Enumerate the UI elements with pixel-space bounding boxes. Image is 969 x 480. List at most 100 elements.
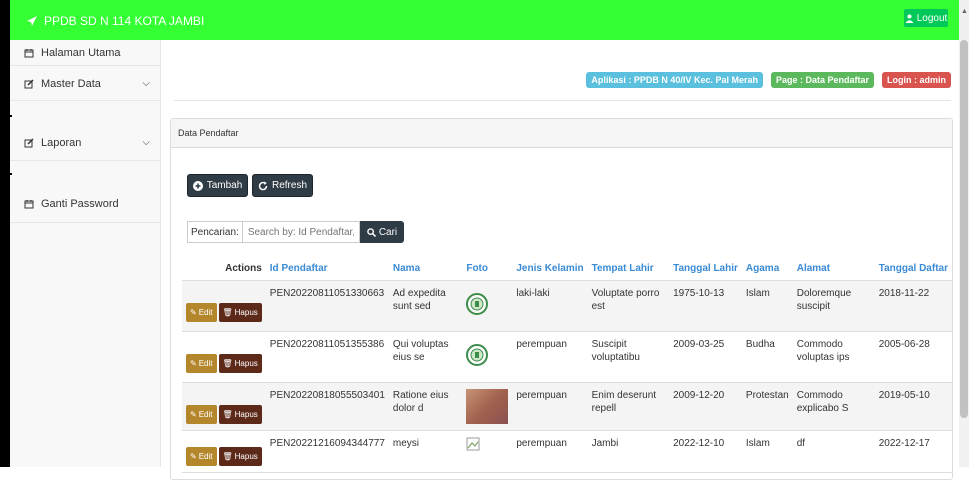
search-icon: [367, 227, 376, 237]
sidebar-item-halaman-utama[interactable]: Halaman Utama: [10, 40, 160, 66]
scrollbar-top: ▲: [959, 0, 969, 40]
add-button[interactable]: Tambah: [187, 174, 248, 197]
search-label: Pencarian:: [187, 221, 242, 243]
data-panel: Data Pendaftar Tambah Refresh Pencarian:…: [170, 118, 953, 480]
cell-tempat-lahir: Suscipit voluptatibu: [587, 331, 670, 383]
window-edge: [0, 0, 10, 467]
cell-foto: [462, 430, 513, 473]
brand-title: PPDB SD N 114 KOTA JAMBI: [44, 14, 205, 28]
cell-foto: [462, 280, 513, 332]
col-tanggal-lahir[interactable]: Tanggal Lahir: [669, 256, 742, 281]
cell-tanggal-lahir: 2022-12-10: [669, 430, 742, 473]
trash-icon: 🗑: [222, 452, 233, 461]
registrant-photo: [466, 389, 509, 424]
trash-icon: 🗑: [222, 308, 233, 317]
edit-icon: ✎: [190, 410, 197, 419]
cell-tanggal-lahir: 1975-10-13: [669, 280, 742, 332]
cell-nama: Qui voluptas eius se: [388, 331, 463, 383]
search-row: Pencarian: Cari: [187, 221, 405, 243]
edit-button[interactable]: ✎ Edit: [186, 354, 217, 373]
scrollbar-thumb[interactable]: [960, 40, 968, 418]
col-alamat[interactable]: Alamat: [792, 256, 875, 281]
cell-nama: Ratione eius dolor d: [388, 382, 463, 431]
divider: [174, 100, 951, 101]
search-input[interactable]: [241, 221, 360, 243]
calendar-icon: [24, 199, 34, 208]
sidebar-item-ganti-password[interactable]: Ganti Password: [10, 185, 160, 223]
delete-button[interactable]: 🗑 Hapus: [218, 354, 262, 373]
chevron-down-icon: ⌵: [142, 78, 150, 89]
cell-tanggal-daftar: 2005-06-28: [874, 331, 952, 383]
scrollbar[interactable]: [959, 40, 969, 467]
logout-button[interactable]: Logout: [904, 9, 948, 27]
actions-cell: ✎ Edit 🗑 Hapus: [182, 280, 266, 332]
edit-icon: ✎: [190, 308, 197, 317]
login-badge: Login : admin: [882, 72, 951, 88]
cell-alamat: Doloremque suscipit: [792, 280, 875, 332]
edit-button[interactable]: ✎ Edit: [186, 405, 217, 424]
edit-icon: [24, 78, 34, 88]
add-label: Tambah: [206, 180, 243, 191]
edit-icon: ✎: [190, 452, 197, 461]
paper-plane-icon: [27, 16, 37, 26]
user-icon: [905, 14, 914, 23]
plus-circle-icon: [192, 180, 203, 191]
cell-tempat-lahir: Voluptate porro est: [587, 280, 670, 332]
actions-cell: ✎ Edit 🗑 Hapus: [182, 382, 266, 431]
table-header-row: Actions Id Pendaftar Nama Foto Jenis Kel…: [182, 256, 952, 281]
col-jenis-kelamin[interactable]: Jenis Kelamin: [512, 256, 588, 281]
cell-alamat: Commodo voluptas ips: [792, 331, 875, 383]
cell-jenis-kelamin: perempuan: [512, 331, 588, 383]
edit-button[interactable]: ✎ Edit: [186, 303, 217, 322]
registrant-table: Actions Id Pendaftar Nama Foto Jenis Kel…: [182, 256, 952, 473]
delete-button[interactable]: 🗑 Hapus: [218, 447, 262, 466]
cell-alamat: df: [792, 430, 875, 473]
cell-id: PEN20221216094344777: [265, 430, 389, 473]
cell-agama: Islam: [741, 280, 793, 332]
edit-icon: [24, 137, 34, 147]
trash-icon: 🗑: [222, 410, 233, 419]
sidebar-item-laporan[interactable]: Laporan ⌵: [10, 125, 160, 161]
cell-jenis-kelamin: perempuan: [512, 382, 588, 431]
search-button[interactable]: Cari: [359, 221, 405, 243]
cell-tempat-lahir: Jambi: [587, 430, 670, 473]
col-foto[interactable]: Foto: [462, 256, 513, 281]
brand[interactable]: PPDB SD N 114 KOTA JAMBI: [26, 14, 204, 28]
col-tempat-lahir[interactable]: Tempat Lahir: [587, 256, 670, 281]
dot: [10, 173, 12, 175]
sidebar-item-master-data[interactable]: Master Data ⌵: [10, 67, 160, 101]
edit-button[interactable]: ✎ Edit: [186, 447, 217, 466]
col-id[interactable]: Id Pendaftar: [265, 256, 389, 281]
cell-tanggal-daftar: 2018-11-22: [874, 280, 952, 332]
refresh-label: Refresh: [271, 180, 307, 191]
cell-id: PEN20220818055503401: [265, 382, 389, 431]
cell-tanggal-lahir: 2009-12-20: [669, 382, 742, 431]
cell-nama: meysi: [388, 430, 463, 473]
edit-icon: ✎: [190, 359, 197, 368]
col-actions: Actions: [182, 256, 266, 281]
sidebar-item-label: Ganti Password: [41, 197, 119, 210]
cell-tempat-lahir: Enim deserunt repell: [587, 382, 670, 431]
scroll-up-icon[interactable]: ▲: [961, 8, 968, 15]
cell-jenis-kelamin: laki-laki: [512, 280, 588, 332]
col-nama[interactable]: Nama: [388, 256, 463, 281]
delete-button[interactable]: 🗑 Hapus: [218, 303, 262, 322]
cell-id: PEN20220811051330663: [265, 280, 389, 332]
actions-cell: ✎ Edit 🗑 Hapus: [182, 430, 266, 473]
cell-tanggal-daftar: 2019-05-10: [874, 382, 952, 431]
refresh-button[interactable]: Refresh: [252, 174, 313, 197]
delete-button[interactable]: 🗑 Hapus: [218, 405, 262, 424]
breadcrumb: Aplikasi : PPDB N 40/IV Kec. Pal Merah P…: [174, 72, 951, 88]
cell-agama: Protestan: [741, 382, 793, 431]
table-row: ✎ Edit 🗑 Hapus PEN20221216094344777 meysi …: [182, 430, 952, 473]
cell-agama: Islam: [741, 430, 793, 473]
sidebar-item-label: Master Data: [41, 77, 101, 90]
table-row: ✎ Edit 🗑 Hapus PEN20220811051330663 Ad exp…: [182, 280, 952, 332]
cell-id: PEN20220811051355386: [265, 331, 389, 383]
sidebar-item-label: Laporan: [41, 136, 82, 149]
calendar-icon: [24, 48, 34, 57]
col-agama[interactable]: Agama: [741, 256, 793, 281]
app-badge: Aplikasi : PPDB N 40/IV Kec. Pal Merah: [586, 72, 763, 88]
col-tanggal-daftar[interactable]: Tanggal Daftar: [874, 256, 952, 281]
logout-label: Logout: [916, 12, 948, 24]
